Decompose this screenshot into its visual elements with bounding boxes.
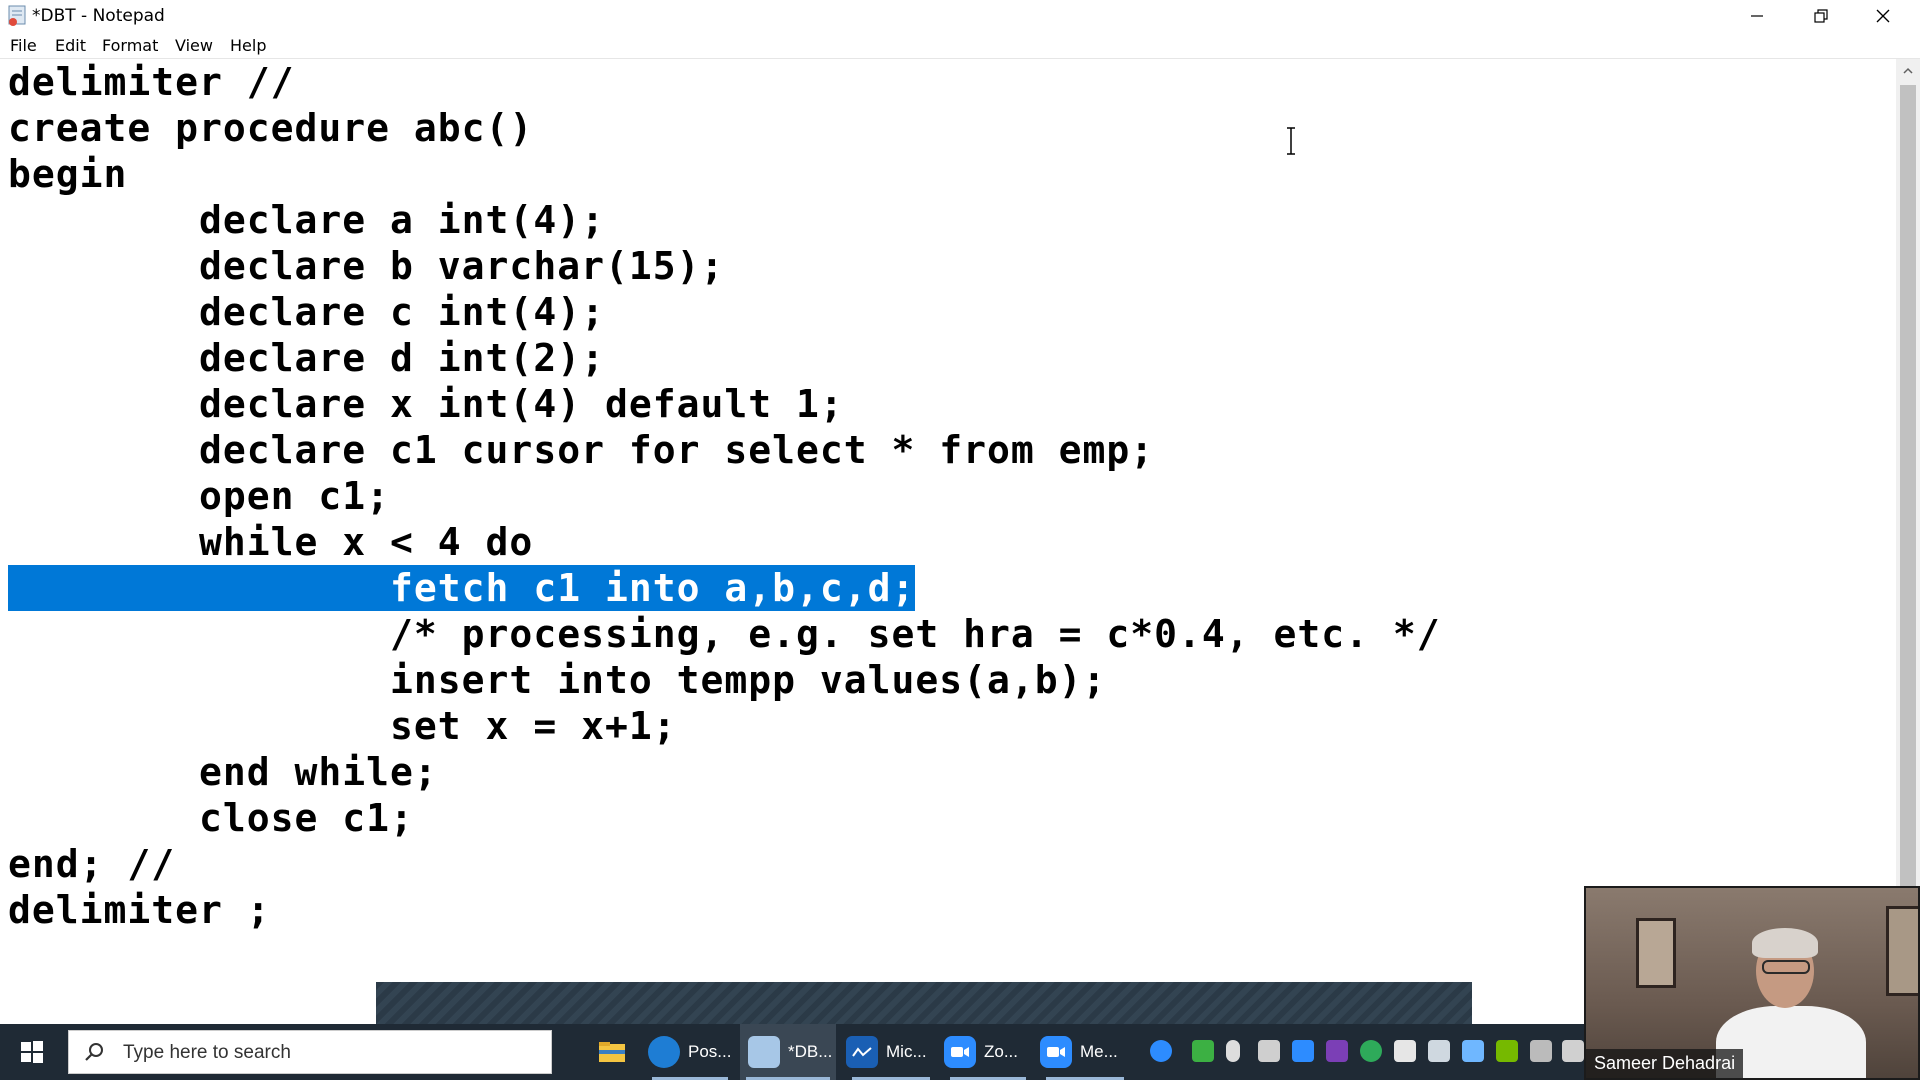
menu-edit[interactable]: Edit [55, 36, 86, 55]
security-check-icon[interactable] [1192, 1040, 1214, 1062]
background-band [376, 982, 1472, 1024]
onenote-icon[interactable] [1326, 1040, 1348, 1062]
taskbar-app-label: *DB... [788, 1042, 833, 1061]
microphone-icon[interactable] [1226, 1040, 1240, 1062]
taskbar-app-zoom[interactable]: Zo... [944, 1024, 1032, 1080]
code-line: end; // [8, 842, 176, 886]
code-line: declare d int(2); [8, 336, 605, 380]
title-bar: *DBT - Notepad [0, 0, 1920, 32]
shield-icon[interactable] [1394, 1040, 1416, 1062]
update-icon[interactable] [1360, 1040, 1382, 1062]
person-hair [1752, 928, 1818, 958]
participant-name-tag: Sameer Dehadrai [1586, 1049, 1744, 1078]
menu-help[interactable]: Help [230, 36, 266, 55]
code-line: end while; [8, 750, 438, 794]
battery-icon[interactable] [1258, 1040, 1280, 1062]
zoom-tray-icon[interactable] [1292, 1040, 1314, 1062]
tablet-icon[interactable] [1530, 1040, 1552, 1062]
menu-view[interactable]: View [175, 36, 213, 55]
snowflake-icon[interactable] [1462, 1040, 1484, 1062]
wall-picture [1886, 906, 1918, 996]
code-line: declare x int(4) default 1; [8, 382, 844, 426]
scrollbar-thumb[interactable] [1900, 85, 1916, 945]
menu-format[interactable]: Format [102, 36, 158, 55]
taskbar-app-label: Pos... [688, 1042, 732, 1061]
menu-bar: File Edit Format View Help [0, 34, 1920, 58]
search-icon [85, 1043, 103, 1061]
taskbar-app-edge[interactable]: Pos... [646, 1024, 734, 1080]
code-line: open c1; [8, 474, 391, 518]
text-cursor-icon [1287, 127, 1295, 155]
code-line: declare c1 cursor for select * from emp; [8, 428, 1155, 472]
edge-icon [648, 1036, 680, 1068]
taskbar-app-whiteboard[interactable]: Mic... [846, 1024, 936, 1080]
start-button[interactable] [0, 1024, 64, 1080]
minimize-button[interactable] [1726, 0, 1788, 32]
code-line: set x = x+1; [8, 704, 677, 748]
taskbar-app-label: Mic... [886, 1042, 927, 1061]
taskbar-search-box[interactable]: Type here to search [68, 1030, 552, 1074]
search-placeholder: Type here to search [123, 1042, 291, 1063]
restore-icon [1814, 9, 1828, 23]
code-line: close c1; [8, 796, 414, 840]
chevron-up-icon [1903, 67, 1913, 74]
wifi-icon[interactable] [1428, 1040, 1450, 1062]
person-glasses [1762, 960, 1810, 974]
scroll-up-button[interactable] [1896, 59, 1920, 83]
close-button[interactable] [1852, 0, 1914, 32]
code-line: delimiter // [8, 60, 295, 104]
code-line: delimiter ; [8, 888, 271, 932]
minimize-icon [1751, 15, 1763, 17]
pen-icon[interactable] [1562, 1040, 1584, 1062]
restore-button[interactable] [1790, 0, 1852, 32]
whiteboard-icon [846, 1036, 878, 1068]
folder-icon [599, 1042, 625, 1062]
notepad-app-icon[interactable] [6, 4, 28, 26]
taskbar-app-notepad[interactable]: *DB... [740, 1024, 836, 1080]
code-line: declare c int(4); [8, 290, 605, 334]
windows-icon [21, 1041, 43, 1063]
nvidia-icon[interactable] [1496, 1040, 1518, 1062]
vertical-scrollbar[interactable] [1896, 59, 1920, 977]
window-title: *DBT - Notepad [32, 6, 165, 26]
help-icon[interactable] [1150, 1040, 1172, 1062]
zoom-icon [944, 1036, 976, 1068]
selected-code-line: fetch c1 into a,b,c,d; [8, 565, 916, 611]
code-line: create procedure abc() [8, 106, 534, 150]
video-participant-tile[interactable]: Sameer Dehadrai [1584, 886, 1920, 1080]
code-line: begin [8, 152, 128, 196]
menu-file[interactable]: File [10, 36, 37, 55]
notepad-icon [748, 1036, 780, 1068]
taskbar-file-explorer[interactable] [590, 1024, 634, 1080]
taskbar-app-zoom-meeting[interactable]: Me... [1040, 1024, 1130, 1080]
code-line: declare b varchar(15); [8, 244, 725, 288]
taskbar-app-label: Me... [1080, 1042, 1118, 1061]
code-line: /* processing, e.g. set hra = c*0.4, etc… [8, 612, 1441, 656]
wall-picture [1636, 918, 1676, 988]
zoom-meeting-icon [1040, 1036, 1072, 1068]
code-line: while x < 4 do [8, 520, 534, 564]
taskbar-app-label: Zo... [984, 1042, 1019, 1061]
code-line: declare a int(4); [8, 198, 605, 242]
text-editor[interactable]: delimiter // create procedure abc() begi… [0, 59, 1896, 977]
code-line: insert into tempp values(a,b); [8, 658, 1107, 702]
close-icon [1876, 9, 1890, 23]
